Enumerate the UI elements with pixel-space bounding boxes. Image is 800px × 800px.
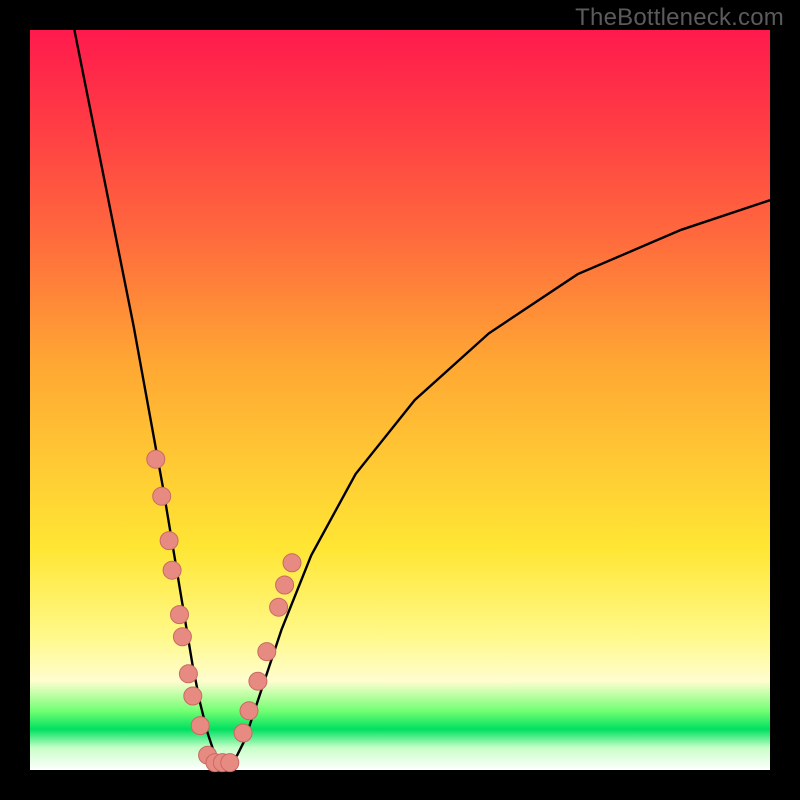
data-point	[276, 576, 294, 594]
data-point	[153, 487, 171, 505]
data-point	[160, 532, 178, 550]
data-point	[240, 702, 258, 720]
data-point	[171, 606, 189, 624]
data-point	[221, 754, 239, 772]
data-point	[234, 724, 252, 742]
data-point	[270, 598, 288, 616]
data-point	[249, 672, 267, 690]
watermark-text: TheBottleneck.com	[575, 4, 784, 32]
data-point	[179, 665, 197, 683]
chart-frame: TheBottleneck.com	[0, 0, 800, 800]
data-point	[283, 554, 301, 572]
data-point	[173, 628, 191, 646]
data-point	[147, 450, 165, 468]
data-point	[184, 687, 202, 705]
data-point	[191, 717, 209, 735]
data-point	[163, 561, 181, 579]
data-point	[258, 643, 276, 661]
bottleneck-curve	[74, 30, 770, 763]
chart-overlay	[30, 30, 770, 770]
sample-points	[147, 450, 301, 771]
